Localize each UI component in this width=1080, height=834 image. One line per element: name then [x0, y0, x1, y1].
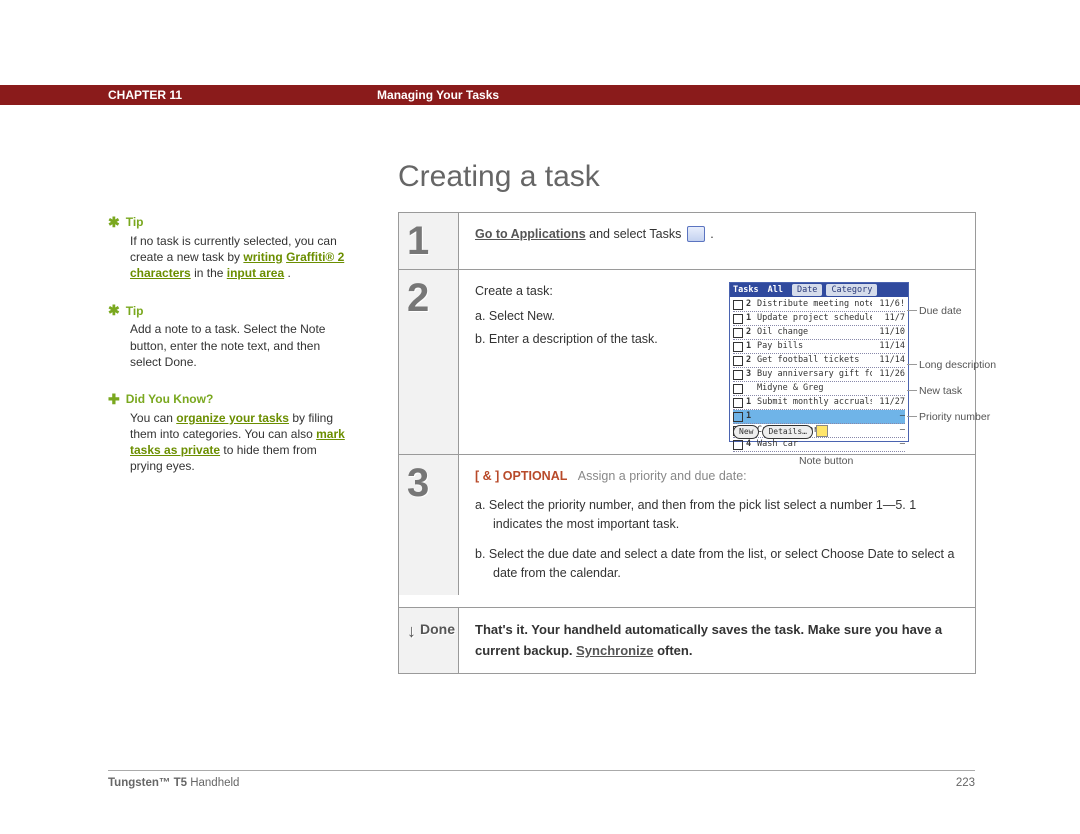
tasks-app-icon [687, 226, 705, 242]
tip-heading: Tip [126, 303, 144, 319]
device-task-row: 1Submit monthly accruals11/27 [733, 396, 905, 410]
tip-1-text-c: . [287, 266, 290, 280]
writing-link[interactable]: writing [243, 250, 282, 264]
steps-table: 1 Go to Applications and select Tasks . … [398, 212, 976, 674]
device-task-row: 1Pay bills11/14 [733, 340, 905, 354]
step-2a: a. Select New. [475, 307, 715, 326]
device-tab-date: Date [792, 284, 822, 297]
dyk-heading: Did You Know? [126, 391, 214, 407]
device-details-button: Details… [762, 425, 813, 439]
plus-icon: ✚ [108, 390, 120, 409]
sidebar: ✱ Tip If no task is currently selected, y… [108, 213, 348, 495]
dyk-body: You can organize your tasks by filing th… [130, 410, 348, 475]
device-task-row: 2Oil change11/10 [733, 326, 905, 340]
tip-2: ✱ Tip Add a note to a task. Select the No… [108, 301, 348, 369]
callout-priority: Priority number [919, 410, 990, 426]
step-3-number: 3 [399, 455, 459, 595]
chapter-section-title: Managing Your Tasks [377, 88, 499, 102]
step-1-number: 1 [399, 213, 459, 269]
done-row: ↓ Done That's it. Your handheld automati… [399, 607, 975, 674]
chapter-header-bar: CHAPTER 11 Managing Your Tasks [0, 85, 1080, 105]
callout-long-desc: Long description [919, 358, 996, 374]
tip-heading: Tip [126, 214, 144, 230]
done-label-cell: ↓ Done [399, 608, 459, 674]
step-3-body: [ & ] OPTIONAL Assign a priority and due… [459, 455, 975, 607]
device-task-row: 2Distribute meeting notes11/6! [733, 298, 905, 312]
page-title: Creating a task [398, 160, 600, 194]
done-msg-b: often. [657, 643, 692, 658]
asterisk-icon: ✱ [108, 301, 120, 320]
asterisk-icon: ✱ [108, 213, 120, 232]
done-msg-a: That's it. Your handheld automatically s… [475, 622, 942, 658]
callout-note-button: Note button [799, 454, 853, 470]
done-label: Done [420, 622, 455, 636]
step-2-intro: Create a task: [475, 282, 715, 301]
callout-due-date: Due date [919, 304, 962, 320]
step-2-body: Create a task: a. Select New. b. Enter a… [459, 270, 975, 454]
optional-tag: [ & ] OPTIONAL [475, 469, 567, 483]
step-2-number: 2 [399, 270, 459, 454]
go-to-applications-link[interactable]: Go to Applications [475, 227, 586, 241]
done-body: That's it. Your handheld automatically s… [459, 608, 975, 674]
dyk-text-a: You can [130, 411, 176, 425]
device-task-row: 4Wash car— [733, 438, 905, 452]
tip-1: ✱ Tip If no task is currently selected, y… [108, 213, 348, 281]
step-3-intro: Assign a priority and due date: [578, 469, 747, 483]
device-tab-all: All [763, 284, 788, 297]
device-new-button: New [733, 425, 759, 439]
device-note-button-icon [816, 425, 828, 437]
did-you-know: ✚ Did You Know? You can organize your tas… [108, 390, 348, 475]
tasks-app-screenshot: Tasks All Date Category 2Distribute meet… [729, 282, 909, 442]
down-arrow-icon: ↓ [407, 622, 416, 640]
device-task-row: 1— [733, 410, 905, 424]
device-title: Tasks [733, 284, 759, 297]
tip-2-body: Add a note to a task. Select the Note bu… [130, 321, 348, 370]
device-task-row: 2Get football tickets11/14 [733, 354, 905, 368]
tip-1-text-b: in the [194, 266, 227, 280]
step-3-row: 3 [ & ] OPTIONAL Assign a priority and d… [399, 454, 975, 607]
device-task-row: 3Buy anniversary gift for11/26 [733, 368, 905, 382]
step-3b: b. Select the due date and select a date… [475, 545, 959, 583]
device-task-row: 1Update project schedule11/7 [733, 312, 905, 326]
step-3a: a. Select the priority number, and then … [475, 496, 959, 534]
page-footer: Tungsten™ T5 Handheld 223 [108, 770, 975, 789]
device-tab-category: Category [826, 284, 877, 297]
product-name: Tungsten™ T5 Handheld [108, 777, 239, 789]
step-1-rest: and select Tasks [589, 227, 685, 241]
page-number: 223 [956, 777, 975, 789]
step-2-row: 2 Create a task: a. Select New. b. Enter… [399, 269, 975, 454]
device-task-row: Midyne & Greg [733, 382, 905, 396]
step-1-row: 1 Go to Applications and select Tasks . [399, 213, 975, 269]
organize-tasks-link[interactable]: organize your tasks [176, 411, 289, 425]
tip-1-body: If no task is currently selected, you ca… [130, 233, 348, 282]
step-2b: b. Enter a description of the task. [475, 330, 715, 349]
callout-new-task: New task [919, 384, 962, 400]
chapter-label: CHAPTER 11 [108, 88, 182, 102]
input-area-link[interactable]: input area [227, 266, 284, 280]
step-1-body: Go to Applications and select Tasks . [459, 213, 975, 269]
synchronize-link[interactable]: Synchronize [576, 643, 653, 658]
